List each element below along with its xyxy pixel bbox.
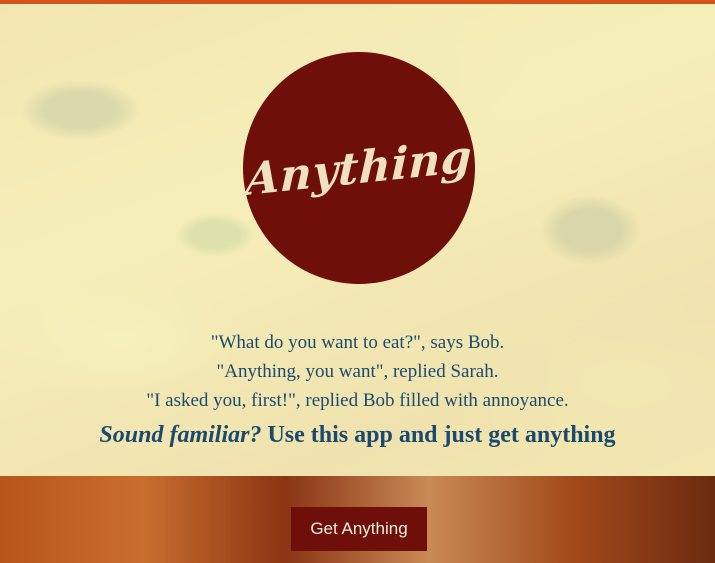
intro-copy: "What do you want to eat?", says Bob. "A… bbox=[0, 328, 715, 450]
tagline: Sound familiar? Use this app and just ge… bbox=[0, 420, 715, 450]
get-anything-button[interactable]: Get Anything bbox=[291, 507, 427, 551]
top-accent-bar bbox=[0, 0, 715, 4]
tagline-emphasis: Sound familiar? bbox=[99, 422, 262, 448]
tagline-rest: Use this app and just get anything bbox=[261, 422, 616, 448]
quote-line: "What do you want to eat?", says Bob. bbox=[210, 332, 505, 353]
quote-line: "Anything, you want", replied Sarah. bbox=[216, 361, 499, 382]
logo-text: Anything bbox=[244, 130, 474, 206]
logo: Anything bbox=[243, 52, 475, 284]
quote-line: "I asked you, first!", replied Bob fille… bbox=[146, 390, 569, 411]
